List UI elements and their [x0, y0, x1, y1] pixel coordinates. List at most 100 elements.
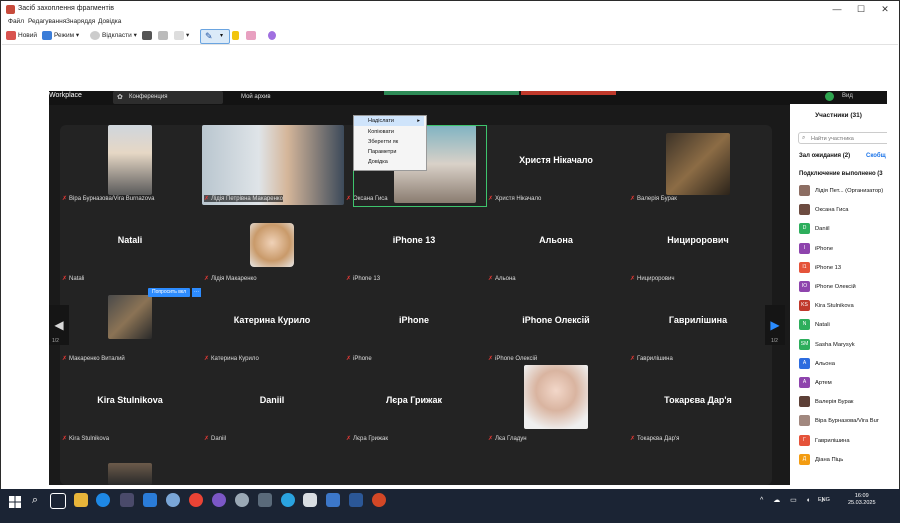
chrome-icon[interactable]: [189, 493, 203, 507]
ask-to-unmute-button[interactable]: Попросить вкл: [148, 288, 190, 297]
mic-muted-icon: ✗: [630, 276, 636, 282]
language-indicator[interactable]: ENG: [818, 497, 830, 503]
menu-item-send[interactable]: Надіслати ▸: [354, 116, 424, 126]
viber-icon[interactable]: [212, 493, 226, 507]
participant-name: Христя Нікачало: [519, 155, 593, 165]
participant-row[interactable]: Оксана Гиса: [799, 203, 848, 217]
tab-my-archive[interactable]: Мой архив: [229, 91, 271, 104]
new-snip-button[interactable]: Новий: [6, 30, 37, 42]
send-button[interactable]: ▾: [174, 30, 189, 42]
more-options-button[interactable]: ···: [192, 288, 201, 297]
menu-tools[interactable]: Знаряддя: [66, 18, 95, 25]
menu-item-help[interactable]: Довідка: [354, 157, 424, 167]
participant-row[interactable]: I1 iPhone 13: [799, 261, 841, 275]
participant-name: iPhone 13: [815, 264, 842, 271]
video-tile[interactable]: iPhone ✗ iPhone: [344, 285, 484, 362]
video-tile[interactable]: Токарєва Дар'я ✗ Токарєва Дар'я: [628, 365, 768, 442]
clock[interactable]: 16:09 25.03.2025: [848, 493, 876, 507]
video-tile[interactable]: Kira Stulnikova ✗ Kira Stulnikova: [60, 365, 200, 442]
eraser-button[interactable]: [246, 30, 258, 42]
participant-label: Лєра Грижак: [353, 436, 388, 442]
video-tile[interactable]: iPhone 13 ✗ iPhone 13: [344, 205, 484, 282]
menu-file[interactable]: Файл: [8, 18, 24, 25]
windows-start-icon[interactable]: [9, 496, 21, 508]
search-icon[interactable]: ⌕: [28, 493, 42, 507]
participant-name: Катерина Курило: [233, 315, 311, 325]
video-tile[interactable]: ✗ Лідія Петрівна Макаренко: [202, 125, 344, 205]
participant-row[interactable]: А Артем: [799, 376, 832, 390]
participant-row[interactable]: SM Sasha Marysyk: [799, 338, 855, 352]
save-button[interactable]: [142, 30, 154, 42]
participant-row[interactable]: Г Гаврилішина: [799, 434, 850, 448]
maximize-button[interactable]: ☐: [850, 3, 872, 15]
participant-row[interactable]: IiPhone: [799, 242, 833, 256]
participant-row[interactable]: Д Діана Піць: [799, 453, 843, 467]
copy-button[interactable]: [158, 30, 170, 42]
view-button[interactable]: Вид: [842, 93, 853, 99]
app-icon[interactable]: [258, 493, 272, 507]
store-icon[interactable]: [120, 493, 134, 507]
delay-button[interactable]: Відкласти ▾: [90, 30, 137, 42]
participant-label: iPhone Олексій: [495, 356, 538, 362]
menu-edit[interactable]: Редагування: [28, 18, 66, 25]
shield-icon: [825, 92, 834, 101]
close-button[interactable]: ✕: [874, 3, 896, 15]
video-tile[interactable]: Daniil ✗ Daniil: [202, 365, 342, 442]
participant-row[interactable]: N Natali: [799, 318, 830, 332]
highlighter-button[interactable]: [232, 30, 241, 42]
participant-name: Діана Піць: [815, 456, 844, 463]
tab-conference[interactable]: Конференция: [113, 91, 223, 104]
file-explorer-icon[interactable]: [74, 493, 88, 507]
word-icon[interactable]: [349, 493, 363, 507]
snip-canvas: Workplace Конференция ✿ Мой архив Вид ✗ В…: [49, 91, 887, 485]
video-tile[interactable]: Ницирорович ✗ Ницирорович: [628, 205, 768, 282]
participant-label: Альона: [495, 276, 516, 282]
edge-icon[interactable]: [96, 493, 110, 507]
mic-muted-icon: ✗: [62, 276, 68, 282]
participant-row[interactable]: А Альона: [799, 357, 835, 371]
video-tile[interactable]: Natali ✗ Natali: [60, 205, 200, 282]
video-tile[interactable]: Христя Нікачало ✗ Христя Нікачало: [486, 125, 626, 202]
waiting-room-header[interactable]: Зал ожидания (2): [799, 153, 850, 159]
app-icon[interactable]: [235, 493, 249, 507]
minimize-button[interactable]: —: [826, 3, 848, 15]
participant-search-input[interactable]: Найти участника: [798, 132, 887, 144]
video-tile[interactable]: Лєра Грижак ✗ Лєра Грижак: [344, 365, 484, 442]
snipping-tool-taskbar-icon[interactable]: [303, 493, 317, 507]
app-icon[interactable]: [166, 493, 180, 507]
participant-name: iPhone 13: [392, 235, 436, 245]
participant-row[interactable]: D Daniil: [799, 222, 830, 236]
video-tile[interactable]: iPhone Олексій ✗ iPhone Олексій: [486, 285, 626, 362]
powerpoint-icon[interactable]: [372, 493, 386, 507]
participant-label: Kira Stulnikova: [69, 436, 110, 442]
menu-item-copy[interactable]: Копіювати: [354, 127, 424, 137]
zoom-icon[interactable]: [326, 493, 340, 507]
participant-row[interactable]: Валерія Бурак: [799, 395, 853, 409]
menu-item-save-as[interactable]: Зберегти як: [354, 137, 424, 147]
video-tile[interactable]: ✗ Лідія Макаренко: [202, 205, 342, 282]
pen-button[interactable]: ✎ ▾: [200, 29, 230, 44]
highlighter-icon: [232, 30, 239, 40]
video-tile[interactable]: Катерина Курило ✗ Катерина Курило: [202, 285, 342, 362]
menu-help[interactable]: Довідка: [98, 18, 121, 25]
mode-label: Режим: [54, 32, 75, 39]
paint3d-button[interactable]: [268, 30, 278, 42]
mic-muted-icon: ✗: [204, 356, 210, 362]
participant-row[interactable]: KS Kira Stulnikova: [799, 299, 854, 313]
participant-row[interactable]: Віра Бурназова/Vira Bur: [799, 414, 879, 428]
menu-item-options[interactable]: Параметри: [354, 147, 424, 157]
video-tile[interactable]: Гаврилішина ✗ Гаврилішина: [628, 285, 768, 362]
outlook-icon[interactable]: [143, 493, 157, 507]
video-tile[interactable]: Альона ✗ Альона: [486, 205, 626, 282]
participant-label: Христя Нікачало: [495, 196, 542, 202]
participant-row[interactable]: Лідія Пет... (Организатор): [799, 184, 883, 198]
telegram-icon[interactable]: [281, 493, 295, 507]
video-tile[interactable]: ✗ Лєа Гладун: [486, 365, 626, 442]
task-view-icon[interactable]: [50, 493, 66, 509]
participants-panel: Участники (31) Найти участника ⌕ Зал ожи…: [790, 104, 887, 485]
waiting-room-action[interactable]: Скобщ: [866, 153, 886, 159]
participant-row[interactable]: IO iPhone Олексій: [799, 280, 856, 294]
mode-button[interactable]: Режим ▾: [42, 30, 79, 42]
video-tile[interactable]: ✗ Валерія Бурак: [628, 125, 768, 202]
video-tile[interactable]: ✗ Віра Бурназова/Vira Burnazova: [60, 125, 200, 202]
